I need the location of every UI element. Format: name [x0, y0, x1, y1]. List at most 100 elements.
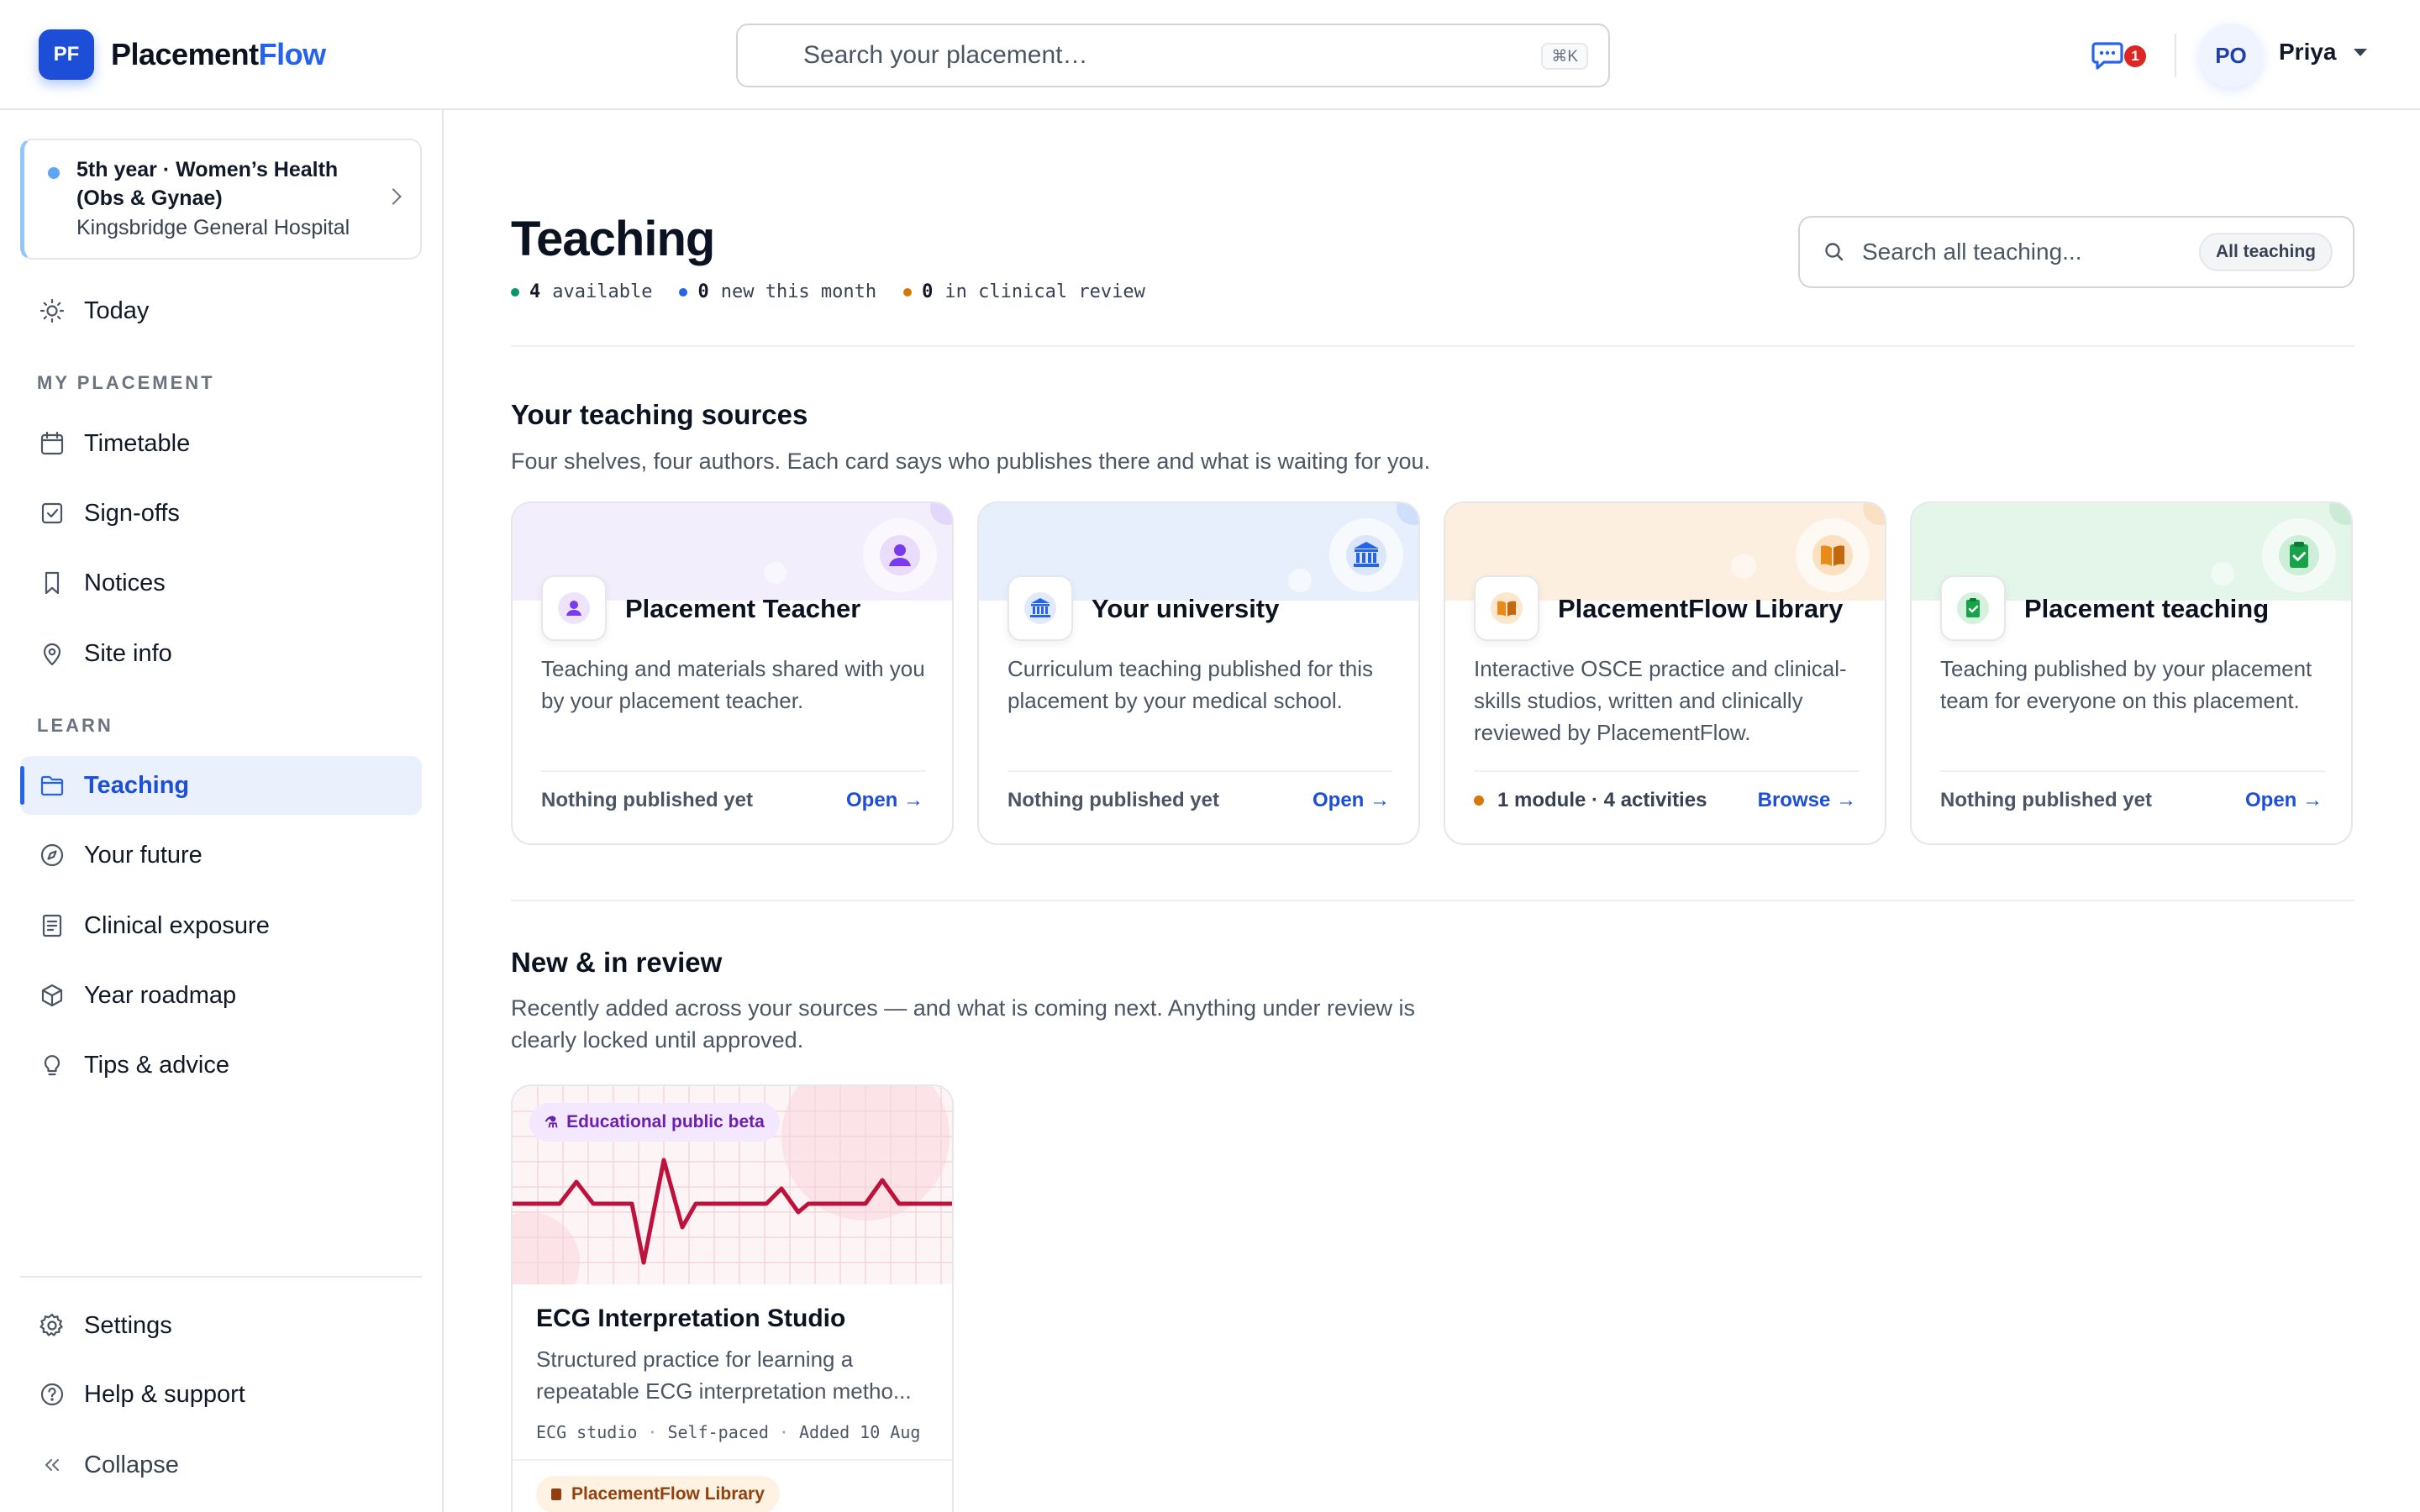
status-dot [1474, 795, 1484, 806]
sidebar-item-label: Your future [84, 841, 203, 869]
source-chip: PlacementFlow Library [536, 1476, 780, 1512]
clipboard-check-icon [2262, 518, 2336, 592]
card-title: PlacementFlow Library [1558, 594, 1844, 623]
review-heading: New & in review [511, 947, 723, 978]
sidebar-item-site-info[interactable]: Site info [20, 624, 422, 683]
source-card-your-university[interactable]: Your university Curriculum teaching publ… [977, 501, 1420, 845]
flask-icon: ⚗ [544, 1113, 559, 1131]
sidebar-item-settings[interactable]: Settings [20, 1296, 422, 1355]
sidebar-item-label: Timetable [84, 429, 191, 457]
search-placeholder: Search all teaching... [1862, 239, 2082, 265]
card-status: 1 module · 4 activities [1474, 789, 1707, 812]
sidebar-item-sign-offs[interactable]: Sign-offs [20, 484, 422, 543]
review-subheading: Recently added across your sources — and… [511, 995, 1416, 1053]
card-description: Curriculum teaching published for this p… [1007, 656, 1373, 713]
chevron-right-icon [385, 188, 402, 205]
sidebar-item-label: Clinical exposure [84, 911, 270, 939]
book-icon [1474, 575, 1539, 641]
sidebar-item-timetable[interactable]: Timetable [20, 414, 422, 473]
placement-status-dot [48, 167, 60, 179]
sources-subheading: Four shelves, four authors. Each card sa… [511, 449, 1431, 474]
status-dot [679, 287, 688, 297]
sidebar-item-tips-advice[interactable]: Tips & advice [20, 1036, 422, 1095]
search-placeholder: Search your placement… [803, 41, 1088, 69]
section-divider [511, 345, 2354, 347]
user-avatar[interactable]: PO [2199, 24, 2263, 87]
status-dot [511, 287, 519, 297]
search-icon [1825, 243, 1844, 261]
book-icon [1796, 518, 1870, 592]
card-title: Placement Teacher [625, 594, 861, 623]
shortcut-hint: ⌘K [1541, 43, 1588, 70]
sources-heading: Your teaching sources [511, 399, 808, 430]
card-divider [513, 1459, 952, 1461]
sidebar-item-label: Notices [84, 569, 166, 596]
search-scope-chip[interactable]: All teaching [2198, 233, 2333, 271]
page-title: Teaching [511, 212, 715, 266]
status-dot [903, 287, 913, 297]
sidebar-collapse-button[interactable]: Collapse [20, 1436, 422, 1494]
card-status: Nothing published yet [1007, 789, 1219, 811]
main-content: Teaching 4 available 0 new this month 0 in … [444, 110, 2420, 1512]
card-divider [1474, 770, 1859, 772]
brand-logo[interactable]: PF PlacementFlow [39, 29, 326, 80]
stat-available: 4 available [511, 281, 652, 302]
sidebar-item-label: Tips & advice [84, 1051, 229, 1079]
open-link[interactable]: Open → [1313, 789, 1390, 812]
book-icon [551, 1488, 561, 1500]
person-icon [863, 518, 937, 592]
browse-link[interactable]: Browse → [1758, 789, 1856, 812]
university-icon [1007, 575, 1073, 641]
sidebar-item-today[interactable]: Today [20, 281, 422, 340]
sidebar-item-teaching[interactable]: Teaching [20, 756, 422, 815]
sidebar-item-label: Help & support [84, 1380, 245, 1408]
beta-badge: ⚗ Educational public beta [529, 1103, 780, 1142]
user-name[interactable]: Priya [2279, 39, 2337, 66]
teaching-search-input[interactable]: Search all teaching... All teaching [1798, 216, 2354, 288]
card-divider [541, 770, 926, 772]
placement-search-input[interactable]: Search your placement… ⌘K [736, 24, 1610, 87]
sidebar-item-year-roadmap[interactable]: Year roadmap [20, 966, 422, 1025]
document-icon [20, 913, 84, 938]
sidebar-item-label: Year roadmap [84, 981, 237, 1009]
clipboard-check-icon [1940, 575, 2006, 641]
brand-name: PlacementFlow [111, 37, 326, 71]
sidebar-divider [20, 1276, 422, 1278]
sidebar-item-label: Sign-offs [84, 499, 180, 527]
open-link[interactable]: Open → [2245, 789, 2323, 812]
messages-icon[interactable] [2091, 40, 2124, 71]
lightbulb-icon [20, 1053, 84, 1078]
chevron-down-icon[interactable] [2354, 49, 2367, 56]
bookmark-icon [20, 570, 84, 596]
placement-switcher[interactable]: 5th year · Women’s Health (Obs & Gynae) … [20, 139, 422, 260]
map-pin-icon [20, 641, 84, 666]
checkbox-icon [20, 501, 84, 526]
calendar-icon [20, 431, 84, 456]
sidebar: 5th year · Women’s Health (Obs & Gynae) … [0, 110, 444, 1512]
open-link[interactable]: Open → [846, 789, 923, 812]
card-title: Your university [1092, 594, 1280, 623]
sidebar-item-help-support[interactable]: Help & support [20, 1365, 422, 1424]
folder-icon [20, 773, 84, 798]
section-label-learn: LEARN [37, 715, 113, 736]
university-icon [1329, 518, 1403, 592]
card-description: Interactive OSCE practice and clinical-s… [1474, 656, 1847, 745]
sidebar-item-your-future[interactable]: Your future [20, 826, 422, 885]
source-card-placement-teacher[interactable]: Placement Teacher Teaching and materials… [511, 501, 954, 845]
card-title: Placement teaching [2024, 594, 2270, 623]
sidebar-item-label: Collapse [84, 1451, 179, 1478]
card-description: Teaching and materials shared with you b… [541, 656, 925, 713]
sidebar-item-notices[interactable]: Notices [20, 554, 422, 612]
sidebar-item-clinical-exposure[interactable]: Clinical exposure [20, 896, 422, 955]
person-icon [541, 575, 607, 641]
card-meta: ECG studio · Self-paced · Added 10 Aug [536, 1422, 921, 1442]
source-card-placement-teaching[interactable]: Placement teaching Teaching published by… [1910, 501, 2353, 845]
sidebar-item-label: Site info [84, 639, 172, 667]
section-divider [511, 900, 2354, 901]
header-divider [2175, 34, 2176, 77]
source-card-placementflow-library[interactable]: PlacementFlow Library Interactive OSCE p… [1444, 501, 1886, 845]
stat-new-this-month: 0 new this month [679, 281, 876, 302]
teaching-card-ecg-studio[interactable]: ⚗ Educational public beta ECG Interpretat… [511, 1084, 954, 1512]
cube-icon [20, 983, 84, 1008]
placement-title: 5th year · Women’s Health (Obs & Gynae) [76, 158, 339, 210]
